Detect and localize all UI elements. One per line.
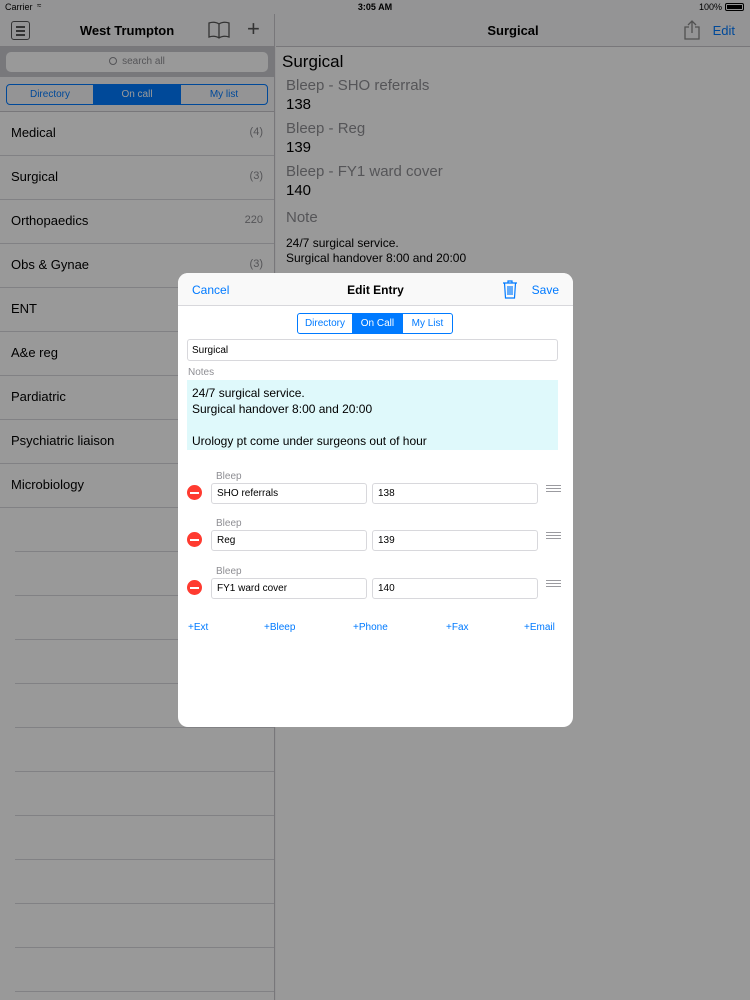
contact-number-field[interactable]: 139 — [372, 530, 538, 551]
delete-row-icon[interactable] — [187, 485, 202, 500]
contact-type-label: Bleep — [216, 566, 242, 577]
contact-label-field[interactable]: SHO referrals — [211, 483, 367, 504]
delete-row-icon[interactable] — [187, 580, 202, 595]
entry-name-field[interactable]: Surgical — [187, 339, 558, 361]
contact-label-field[interactable]: FY1 ward cover — [211, 578, 367, 599]
add-bleep-button[interactable]: +Bleep — [264, 622, 295, 633]
contact-number-field[interactable]: 140 — [372, 578, 538, 599]
modal-segmented-control: Directory On Call My List — [297, 313, 453, 334]
segment-directory[interactable]: Directory — [298, 314, 352, 333]
notes-field[interactable]: 24/7 surgical service. Surgical handover… — [187, 380, 558, 450]
edit-entry-modal: Cancel Edit Entry Save Directory On Call… — [178, 273, 573, 727]
contact-label-field[interactable]: Reg — [211, 530, 367, 551]
contact-type-label: Bleep — [216, 518, 242, 529]
reorder-handle-icon[interactable] — [546, 485, 561, 493]
add-contact-actions: +Ext +Bleep +Phone +Fax +Email — [187, 622, 560, 636]
notes-label: Notes — [188, 367, 215, 378]
contact-type-label: Bleep — [216, 471, 242, 482]
delete-row-icon[interactable] — [187, 532, 202, 547]
segment-on-call[interactable]: On Call — [351, 314, 402, 333]
contact-row: Bleep FY1 ward cover 140 — [178, 566, 573, 610]
reorder-handle-icon[interactable] — [546, 532, 561, 540]
save-button[interactable]: Save — [532, 283, 559, 297]
trash-icon[interactable] — [502, 279, 518, 299]
segment-my-list[interactable]: My List — [401, 314, 452, 333]
add-fax-button[interactable]: +Fax — [446, 622, 469, 633]
contact-row: Bleep Reg 139 — [178, 518, 573, 562]
reorder-handle-icon[interactable] — [546, 580, 561, 588]
contact-row: Bleep SHO referrals 138 — [178, 471, 573, 515]
contact-number-field[interactable]: 138 — [372, 483, 538, 504]
add-email-button[interactable]: +Email — [524, 622, 555, 633]
modal-nav-bar: Cancel Edit Entry Save — [178, 273, 573, 306]
add-phone-button[interactable]: +Phone — [353, 622, 388, 633]
add-ext-button[interactable]: +Ext — [188, 622, 208, 633]
